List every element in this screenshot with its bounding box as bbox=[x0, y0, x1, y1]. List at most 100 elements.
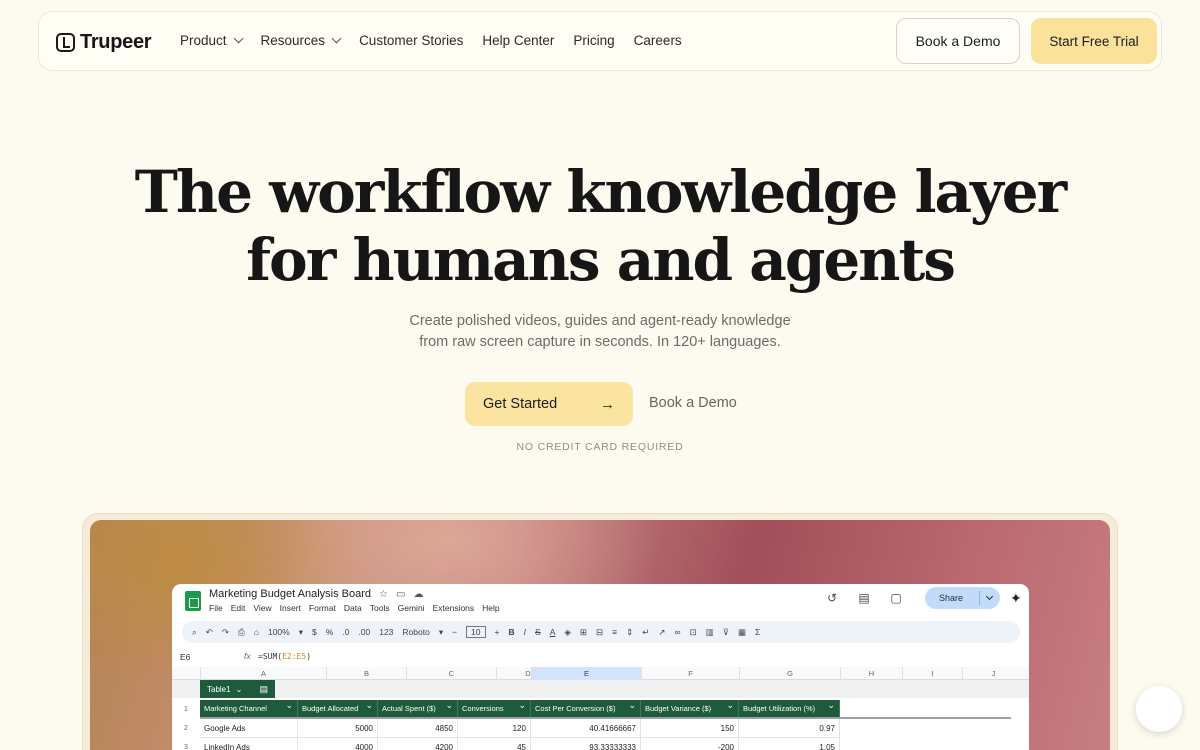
cell[interactable]: 0.97 bbox=[739, 719, 840, 738]
text-color-icon[interactable]: A bbox=[550, 627, 556, 637]
row-number[interactable]: 1 bbox=[172, 700, 200, 719]
cell[interactable]: 4200 bbox=[378, 738, 458, 750]
nav-careers[interactable]: Careers bbox=[634, 33, 682, 48]
functions-icon[interactable]: Σ bbox=[755, 627, 760, 637]
undo-icon[interactable]: ↶ bbox=[206, 627, 213, 638]
menu-file[interactable]: File bbox=[209, 603, 223, 613]
table-options-icon[interactable]: ▤ bbox=[259, 684, 268, 695]
decrease-decimal[interactable]: .0 bbox=[342, 627, 349, 637]
star-icon[interactable]: ☆ bbox=[379, 589, 388, 600]
gemini-sparkle-icon[interactable]: ✦ bbox=[1010, 590, 1022, 607]
cell[interactable]: 45 bbox=[458, 738, 531, 750]
menu-insert[interactable]: Insert bbox=[280, 603, 301, 613]
column-header-c[interactable]: C bbox=[406, 667, 496, 680]
valign-icon[interactable]: ⇕ bbox=[626, 627, 633, 638]
minus-icon[interactable]: − bbox=[452, 627, 457, 637]
cell[interactable]: 93.33333333 bbox=[531, 738, 641, 750]
cell-reference[interactable]: E6 bbox=[180, 652, 190, 662]
filter-icon[interactable]: ⊽ bbox=[723, 627, 729, 638]
nav-help-center[interactable]: Help Center bbox=[482, 33, 554, 48]
nav-resources[interactable]: Resources bbox=[261, 33, 342, 48]
font-size-input[interactable]: 10 bbox=[466, 626, 486, 638]
header-conversions[interactable]: Conversions bbox=[458, 700, 531, 717]
bold-icon[interactable]: B bbox=[509, 627, 515, 637]
hero-book-demo-link[interactable]: Book a Demo bbox=[649, 395, 737, 411]
cell[interactable]: LinkedIn Ads bbox=[200, 738, 298, 750]
menu-view[interactable]: View bbox=[253, 603, 271, 613]
strikethrough-icon[interactable]: S bbox=[535, 627, 541, 637]
cell[interactable]: 40.41666667 bbox=[531, 719, 641, 738]
zoom-select[interactable]: 100% bbox=[268, 627, 290, 637]
cell[interactable]: -200 bbox=[641, 738, 739, 750]
cell[interactable]: 4000 bbox=[298, 738, 378, 750]
formula-input[interactable]: =SUM(E2:E5) bbox=[258, 652, 311, 661]
wrap-icon[interactable]: ↵ bbox=[642, 627, 649, 638]
column-header-h[interactable]: H bbox=[840, 667, 902, 680]
meet-icon[interactable]: ▢ bbox=[886, 591, 906, 605]
cell[interactable]: 1.05 bbox=[739, 738, 840, 750]
comments-icon[interactable]: ▤ bbox=[854, 591, 874, 605]
menu-extensions[interactable]: Extensions bbox=[433, 603, 475, 613]
menu-gemini[interactable]: Gemini bbox=[398, 603, 425, 613]
header-actual-spent[interactable]: Actual Spent ($) bbox=[378, 700, 458, 717]
search-icon[interactable]: ⌕ bbox=[192, 627, 197, 638]
row-number[interactable]: 2 bbox=[172, 719, 200, 738]
comment-icon[interactable]: ⊡ bbox=[690, 627, 697, 638]
header-cost-per-conversion[interactable]: Cost Per Conversion ($) bbox=[531, 700, 641, 717]
percent-format[interactable]: % bbox=[326, 627, 334, 637]
filter-views-icon[interactable]: ▦ bbox=[738, 627, 746, 638]
fill-color-icon[interactable]: ◈ bbox=[564, 627, 571, 638]
table-name-tag[interactable]: Table1 ⌄ ▤ bbox=[200, 680, 275, 698]
history-icon[interactable]: ↺ bbox=[822, 591, 842, 605]
nav-customer-stories[interactable]: Customer Stories bbox=[359, 33, 463, 48]
align-icon[interactable]: ≡ bbox=[612, 627, 617, 637]
menu-edit[interactable]: Edit bbox=[231, 603, 246, 613]
paint-format-icon[interactable]: ⌂ bbox=[254, 627, 259, 637]
currency-format[interactable]: $ bbox=[312, 627, 317, 637]
column-header-j[interactable]: J bbox=[962, 667, 1024, 680]
link-icon[interactable]: ∞ bbox=[675, 627, 681, 637]
increase-decimal[interactable]: .00 bbox=[358, 627, 370, 637]
redo-icon[interactable]: ↷ bbox=[222, 627, 229, 638]
start-free-trial-button[interactable]: Start Free Trial bbox=[1031, 18, 1157, 64]
borders-icon[interactable]: ⊞ bbox=[580, 627, 587, 638]
chart-icon[interactable]: ▥ bbox=[706, 627, 714, 638]
header-budget-variance[interactable]: Budget Variance ($) bbox=[641, 700, 739, 717]
print-icon[interactable]: ⎙ bbox=[238, 627, 245, 638]
rotate-icon[interactable]: ↗ bbox=[658, 627, 665, 638]
nav-product[interactable]: Product bbox=[180, 33, 243, 48]
column-header-i[interactable]: I bbox=[902, 667, 962, 680]
menu-tools[interactable]: Tools bbox=[370, 603, 390, 613]
cell[interactable]: 150 bbox=[641, 719, 739, 738]
column-header-g[interactable]: G bbox=[739, 667, 840, 680]
cell[interactable]: Google Ads bbox=[200, 719, 298, 738]
menu-help[interactable]: Help bbox=[482, 603, 499, 613]
header-marketing-channel[interactable]: Marketing Channel bbox=[200, 700, 298, 717]
nav-pricing[interactable]: Pricing bbox=[573, 33, 614, 48]
cell[interactable]: 4850 bbox=[378, 719, 458, 738]
column-header-b[interactable]: B bbox=[326, 667, 406, 680]
header-budget-utilization[interactable]: Budget Utilization (%) bbox=[739, 700, 840, 717]
italic-icon[interactable]: I bbox=[524, 627, 526, 637]
column-header-a[interactable]: A bbox=[200, 667, 326, 680]
chat-widget-button[interactable] bbox=[1136, 686, 1182, 732]
column-header-e[interactable]: E bbox=[531, 667, 641, 680]
share-button[interactable]: Share bbox=[925, 587, 1000, 609]
font-select[interactable]: Roboto bbox=[402, 627, 429, 637]
number-format[interactable]: 123 bbox=[379, 627, 393, 637]
chevron-down-icon[interactable] bbox=[985, 592, 994, 601]
menu-format[interactable]: Format bbox=[309, 603, 336, 613]
folder-icon[interactable]: ▭ bbox=[396, 589, 405, 600]
row-number[interactable]: 3 bbox=[172, 738, 200, 750]
cell[interactable]: 5000 bbox=[298, 719, 378, 738]
merge-icon[interactable]: ⊟ bbox=[596, 627, 603, 638]
get-started-button[interactable]: Get Started → bbox=[465, 382, 633, 426]
menu-data[interactable]: Data bbox=[344, 603, 362, 613]
column-header-f[interactable]: F bbox=[641, 667, 739, 680]
book-demo-button[interactable]: Book a Demo bbox=[896, 18, 1020, 64]
header-budget-allocated[interactable]: Budget Allocated bbox=[298, 700, 378, 717]
cell[interactable]: 120 bbox=[458, 719, 531, 738]
plus-icon[interactable]: + bbox=[495, 627, 500, 637]
sheet-title-text[interactable]: Marketing Budget Analysis Board bbox=[209, 588, 371, 600]
trupeer-logo[interactable]: Trupeer bbox=[56, 31, 152, 54]
